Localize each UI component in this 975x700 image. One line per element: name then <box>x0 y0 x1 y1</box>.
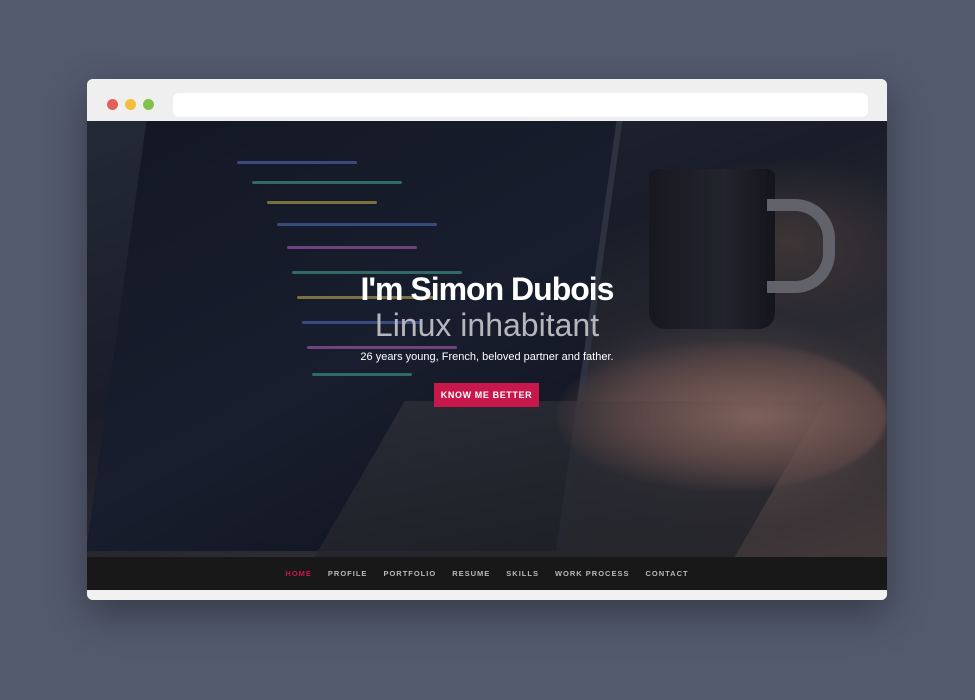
maximize-window-button[interactable] <box>143 99 154 110</box>
browser-window: I'm Simon Dubois Linux inhabitant 26 yea… <box>87 79 887 600</box>
nav-item-home[interactable]: HOME <box>285 569 312 578</box>
hero-tagline: 26 years young, French, beloved partner … <box>360 351 614 363</box>
nav-item-profile[interactable]: PROFILE <box>328 569 368 578</box>
nav-item-resume[interactable]: RESUME <box>452 569 490 578</box>
window-bottom-strip <box>87 590 887 600</box>
hero-title: I'm Simon Dubois <box>360 271 615 307</box>
address-bar[interactable] <box>173 93 868 117</box>
browser-chrome <box>87 79 887 121</box>
nav-item-portfolio[interactable]: PORTFOLIO <box>383 569 436 578</box>
close-window-button[interactable] <box>107 99 118 110</box>
hero-content: I'm Simon Dubois Linux inhabitant 26 yea… <box>87 121 887 557</box>
minimize-window-button[interactable] <box>125 99 136 110</box>
main-navigation: HOME PROFILE PORTFOLIO RESUME SKILLS WOR… <box>87 557 887 590</box>
nav-item-skills[interactable]: SKILLS <box>506 569 539 578</box>
hero-subtitle: Linux inhabitant <box>374 307 600 343</box>
nav-item-contact[interactable]: CONTACT <box>645 569 688 578</box>
nav-item-work-process[interactable]: WORK PROCESS <box>555 569 630 578</box>
know-me-better-button[interactable]: KNOW ME BETTER <box>434 383 539 407</box>
hero-section: I'm Simon Dubois Linux inhabitant 26 yea… <box>87 121 887 557</box>
